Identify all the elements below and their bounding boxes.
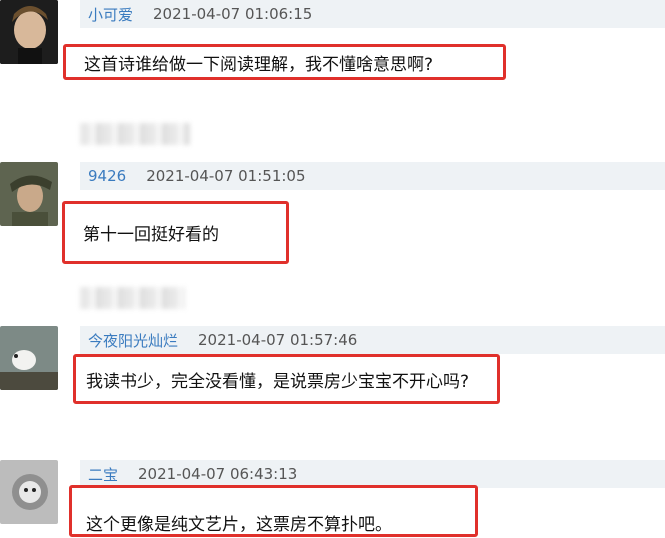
- comment-text-highlight: 这个更像是纯文艺片，这票房不算扑吧。: [69, 485, 478, 537]
- comment-meta: 小可爱 2021-04-07 01:06:15: [80, 0, 665, 28]
- username-link[interactable]: 小可爱: [88, 4, 133, 25]
- timestamp: 2021-04-07 01:57:46: [198, 331, 358, 349]
- blurred-reply: [80, 287, 185, 309]
- comment-text-highlight: 这首诗谁给做一下阅读理解，我不懂啥意思啊?: [63, 44, 506, 80]
- comment-text: 这个更像是纯文艺片，这票房不算扑吧。: [86, 514, 392, 535]
- comment-text: 我读书少，完全没看懂，是说票房少宝宝不开心吗?: [86, 371, 470, 392]
- avatar[interactable]: [0, 0, 58, 64]
- comment-text: 这首诗谁给做一下阅读理解，我不懂啥意思啊?: [84, 54, 434, 75]
- username-link[interactable]: 今夜阳光灿烂: [88, 330, 178, 351]
- timestamp: 2021-04-07 01:06:15: [153, 5, 313, 23]
- avatar[interactable]: [0, 326, 58, 390]
- comment-meta: 9426 2021-04-07 01:51:05: [80, 162, 665, 190]
- avatar[interactable]: [0, 162, 58, 226]
- timestamp: 2021-04-07 01:51:05: [146, 167, 306, 185]
- timestamp: 2021-04-07 06:43:13: [138, 465, 298, 483]
- comment-text: 第十一回挺好看的: [83, 225, 219, 245]
- username-link[interactable]: 9426: [88, 167, 126, 185]
- avatar[interactable]: [0, 460, 58, 524]
- username-link[interactable]: 二宝: [88, 464, 118, 485]
- comment-text-highlight: 第十一回挺好看的: [62, 201, 289, 264]
- comment-text-highlight: 我读书少，完全没看懂，是说票房少宝宝不开心吗?: [73, 354, 500, 404]
- comment-meta: 二宝 2021-04-07 06:43:13: [80, 460, 665, 488]
- comment-meta: 今夜阳光灿烂 2021-04-07 01:57:46: [80, 326, 665, 354]
- blurred-reply: [80, 123, 190, 145]
